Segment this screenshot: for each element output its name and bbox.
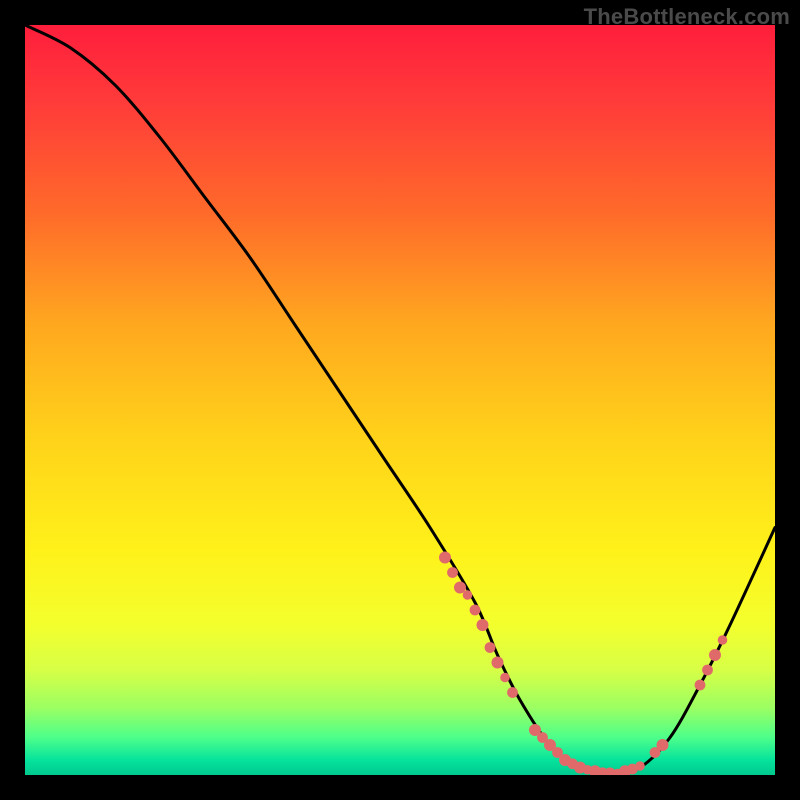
curve-marker xyxy=(507,687,518,698)
plot-area xyxy=(25,25,775,775)
curve-marker xyxy=(695,680,706,691)
curve-marker xyxy=(463,590,473,600)
curve-marker xyxy=(718,635,728,645)
curve-marker xyxy=(635,761,645,771)
curve-marker xyxy=(439,552,451,564)
curve-marker xyxy=(702,665,713,676)
curve-marker xyxy=(447,567,458,578)
curve-marker xyxy=(470,605,481,616)
curve-marker xyxy=(657,739,669,751)
curve-marker xyxy=(485,642,496,653)
curve-svg xyxy=(25,25,775,775)
curve-marker xyxy=(477,619,489,631)
curve-marker xyxy=(709,649,721,661)
watermark-label: TheBottleneck.com xyxy=(584,4,790,30)
chart-frame: TheBottleneck.com xyxy=(0,0,800,800)
curve-marker xyxy=(500,673,510,683)
curve-marker xyxy=(492,657,504,669)
bottleneck-curve xyxy=(25,25,775,775)
curve-markers xyxy=(439,552,727,776)
